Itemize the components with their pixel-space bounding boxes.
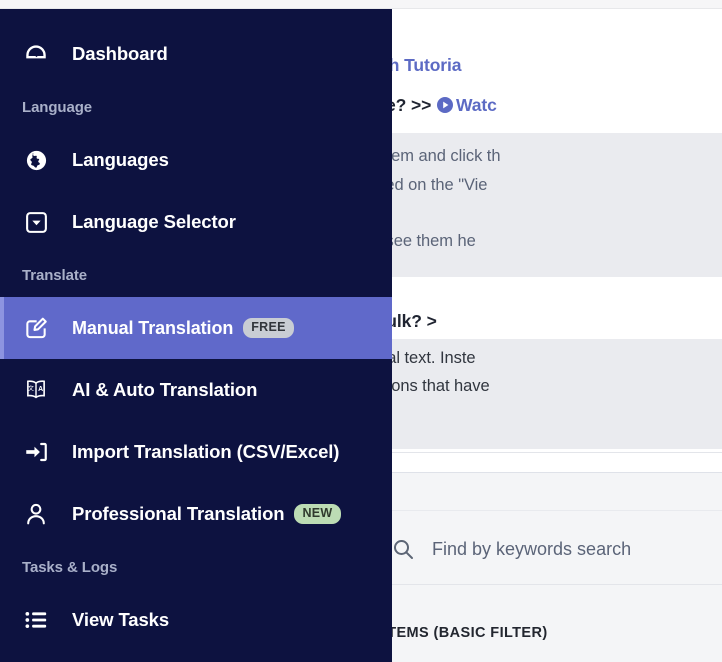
sidebar: Dashboard Language Languages Language Selec… <box>0 9 392 662</box>
svg-text:文: 文 <box>28 385 34 393</box>
sidebar-item-manual-translation[interactable]: Manual Translation FREE <box>0 297 392 359</box>
watch-tutorial-link-2[interactable]: Watc <box>456 95 497 115</box>
import-icon <box>22 438 50 466</box>
sidebar-item-import-translation[interactable]: Import Translation (CSV/Excel) <box>0 421 392 483</box>
search-bar[interactable] <box>380 523 722 575</box>
divider-4 <box>392 584 722 585</box>
content-band-3 <box>392 585 722 662</box>
list-icon <box>22 606 50 634</box>
divider-1 <box>392 452 722 453</box>
search-icon <box>392 538 414 560</box>
sidebar-top-spacer <box>0 9 392 23</box>
sidebar-item-dashboard[interactable]: Dashboard <box>0 23 392 85</box>
person-icon <box>22 500 50 528</box>
sidebar-item-label: Dashboard <box>72 43 168 64</box>
divider-3 <box>392 510 722 511</box>
status-badge: FREE <box>243 318 294 338</box>
sidebar-nav-list: Dashboard Language Languages Language Selec… <box>0 23 392 651</box>
sidebar-item-languages[interactable]: Languages <box>0 129 392 191</box>
status-badge: NEW <box>294 504 341 524</box>
search-input[interactable] <box>432 538 692 560</box>
sidebar-item-ai-auto-translation[interactable]: 文 A AI & Auto Translation <box>0 359 392 421</box>
sidebar-item-label: View Tasks <box>72 609 170 630</box>
globe-icon <box>22 146 50 174</box>
sidebar-item-language-selector[interactable]: Language Selector <box>0 191 392 253</box>
svg-text:A: A <box>38 386 43 393</box>
divider-2 <box>392 472 722 473</box>
sidebar-section-language: Language <box>22 98 93 116</box>
sidebar-section-tasks-logs: Tasks & Logs <box>22 558 118 576</box>
dropdown-box-icon <box>22 208 50 236</box>
translate-icon: 文A <box>22 376 50 404</box>
sidebar-item-professional-translation[interactable]: Professional Translation NEW <box>0 483 392 545</box>
edit-note-icon <box>22 314 50 342</box>
sidebar-item-label: Language Selector <box>72 211 236 232</box>
play-circle-icon <box>437 97 454 113</box>
app-root: ranslation? >> Watch Tutoria Search to t… <box>0 0 722 662</box>
content-band-1 <box>392 473 722 510</box>
sidebar-item-label: AI & Auto Translation <box>72 379 258 400</box>
sidebar-item-label: Import Translation (CSV/Excel) <box>72 441 340 462</box>
top-strip <box>0 0 722 9</box>
sidebar-item-label: Professional Translation <box>72 503 285 524</box>
sidebar-item-label: Languages <box>72 149 169 170</box>
sidebar-item-view-tasks[interactable]: View Tasks <box>0 589 392 651</box>
sidebar-section-translate: Translate <box>22 266 87 284</box>
sidebar-item-label: Manual Translation <box>72 317 234 338</box>
gauge-icon <box>22 40 50 68</box>
